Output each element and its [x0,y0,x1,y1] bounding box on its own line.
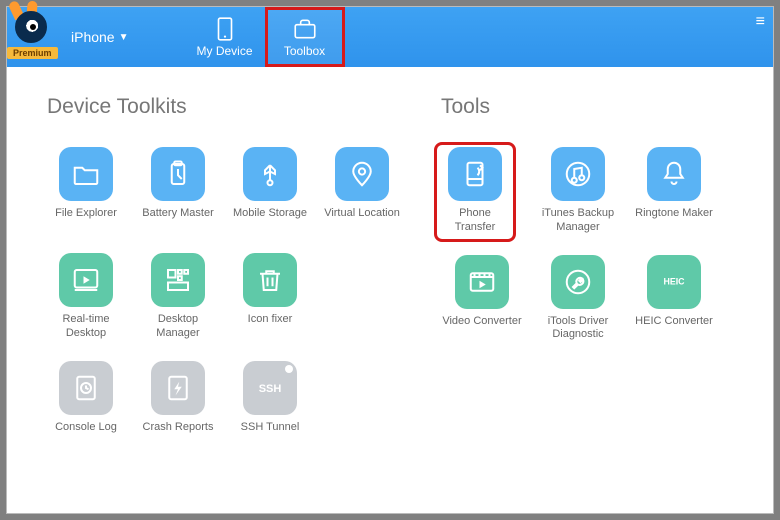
trash-icon [243,253,297,307]
premium-badge: Premium [7,47,58,59]
tile-mobile-storage[interactable]: Mobile Storage [231,147,309,233]
tile-label: File Explorer [55,207,117,233]
main-tabs: My Device Toolbox [185,7,345,67]
tile-desktop-manager[interactable]: Desktop Manager [139,253,217,341]
menu-button[interactable]: ≡ [756,13,765,31]
tile-console-log[interactable]: Console Log [47,361,125,447]
bell-icon [647,147,701,201]
tab-my-device-label: My Device [196,44,252,58]
device-toolkits-heading: Device Toolkits [47,95,401,119]
clock-file-icon [59,361,113,415]
tab-my-device[interactable]: My Device [185,7,265,67]
tile-icon-fixer[interactable]: Icon fixer [231,253,309,341]
tile-ringtone-maker[interactable]: Ringtone Maker [633,147,715,235]
tile-phone-transfer[interactable]: Phone Transfer [434,142,516,242]
svg-text:SSH: SSH [259,383,282,395]
tile-label: Phone Transfer [441,207,509,235]
tile-virtual-location[interactable]: Virtual Location [323,147,401,233]
device-toolkits-panel: Device Toolkits File Explorer Battery Ma… [47,95,401,503]
tablet-icon [212,16,238,42]
tile-label: Console Log [55,421,117,447]
notification-dot-icon [285,365,293,373]
tile-label: HEIC Converter [635,315,713,341]
content-area: Device Toolkits File Explorer Battery Ma… [7,67,773,513]
tile-label: Real-time Desktop [47,313,125,341]
tile-video-converter[interactable]: Video Converter [441,255,523,343]
tile-itools-driver-diagnostic[interactable]: iTools Driver Diagnostic [537,255,619,343]
tile-label: Icon fixer [248,313,293,339]
wrench-icon [551,255,605,309]
device-toolkits-grid: File Explorer Battery Master Mobile Stor… [47,147,401,447]
tile-battery-master[interactable]: Battery Master [139,147,217,233]
phone-transfer-icon [448,147,502,201]
tile-realtime-desktop[interactable]: Real-time Desktop [47,253,125,341]
device-selector[interactable]: iPhone ▼ [63,29,145,45]
tile-label: Mobile Storage [233,207,307,233]
tile-label: Battery Master [142,207,214,233]
logo-eye-icon [15,11,47,43]
tile-ssh-tunnel[interactable]: SSH SSH Tunnel [231,361,309,447]
top-toolbar: Premium iPhone ▼ My Device Toolbox [7,7,773,67]
toolbox-icon [292,16,318,42]
itunes-icon [551,147,605,201]
tile-label: Virtual Location [324,207,400,233]
usb-icon [243,147,297,201]
svg-text:HEIC: HEIC [663,276,685,286]
folder-icon [59,147,113,201]
tile-label: SSH Tunnel [241,421,300,447]
app-logo: Premium [7,7,63,67]
tile-label: Crash Reports [143,421,214,447]
tile-label: Video Converter [442,315,521,341]
location-pin-icon [335,147,389,201]
tile-label: Ringtone Maker [635,207,713,233]
device-name-label: iPhone [71,29,115,45]
tab-toolbox-label: Toolbox [284,44,325,58]
tab-toolbox[interactable]: Toolbox [265,7,345,67]
battery-clipboard-icon [151,147,205,201]
tile-itunes-backup-manager[interactable]: iTunes Backup Manager [537,147,619,235]
heic-icon: HEIC [647,255,701,309]
apps-grid-icon [151,253,205,307]
tile-label: iTunes Backup Manager [538,207,618,235]
tile-crash-reports[interactable]: Crash Reports [139,361,217,447]
tile-heic-converter[interactable]: HEIC HEIC Converter [633,255,715,343]
chevron-down-icon: ▼ [119,32,129,43]
ssh-icon: SSH [243,361,297,415]
play-screen-icon [59,253,113,307]
tile-file-explorer[interactable]: File Explorer [47,147,125,233]
tools-panel: Tools Phone Transfer iTunes Backup Manag… [441,95,753,503]
tile-label: iTools Driver Diagnostic [538,315,618,343]
tile-label: Desktop Manager [139,313,217,341]
tools-grid: Phone Transfer iTunes Backup Manager Rin… [441,147,753,342]
video-clip-icon [455,255,509,309]
tools-heading: Tools [441,95,753,119]
app-window: Premium iPhone ▼ My Device Toolbox [6,6,774,514]
crash-file-icon [151,361,205,415]
